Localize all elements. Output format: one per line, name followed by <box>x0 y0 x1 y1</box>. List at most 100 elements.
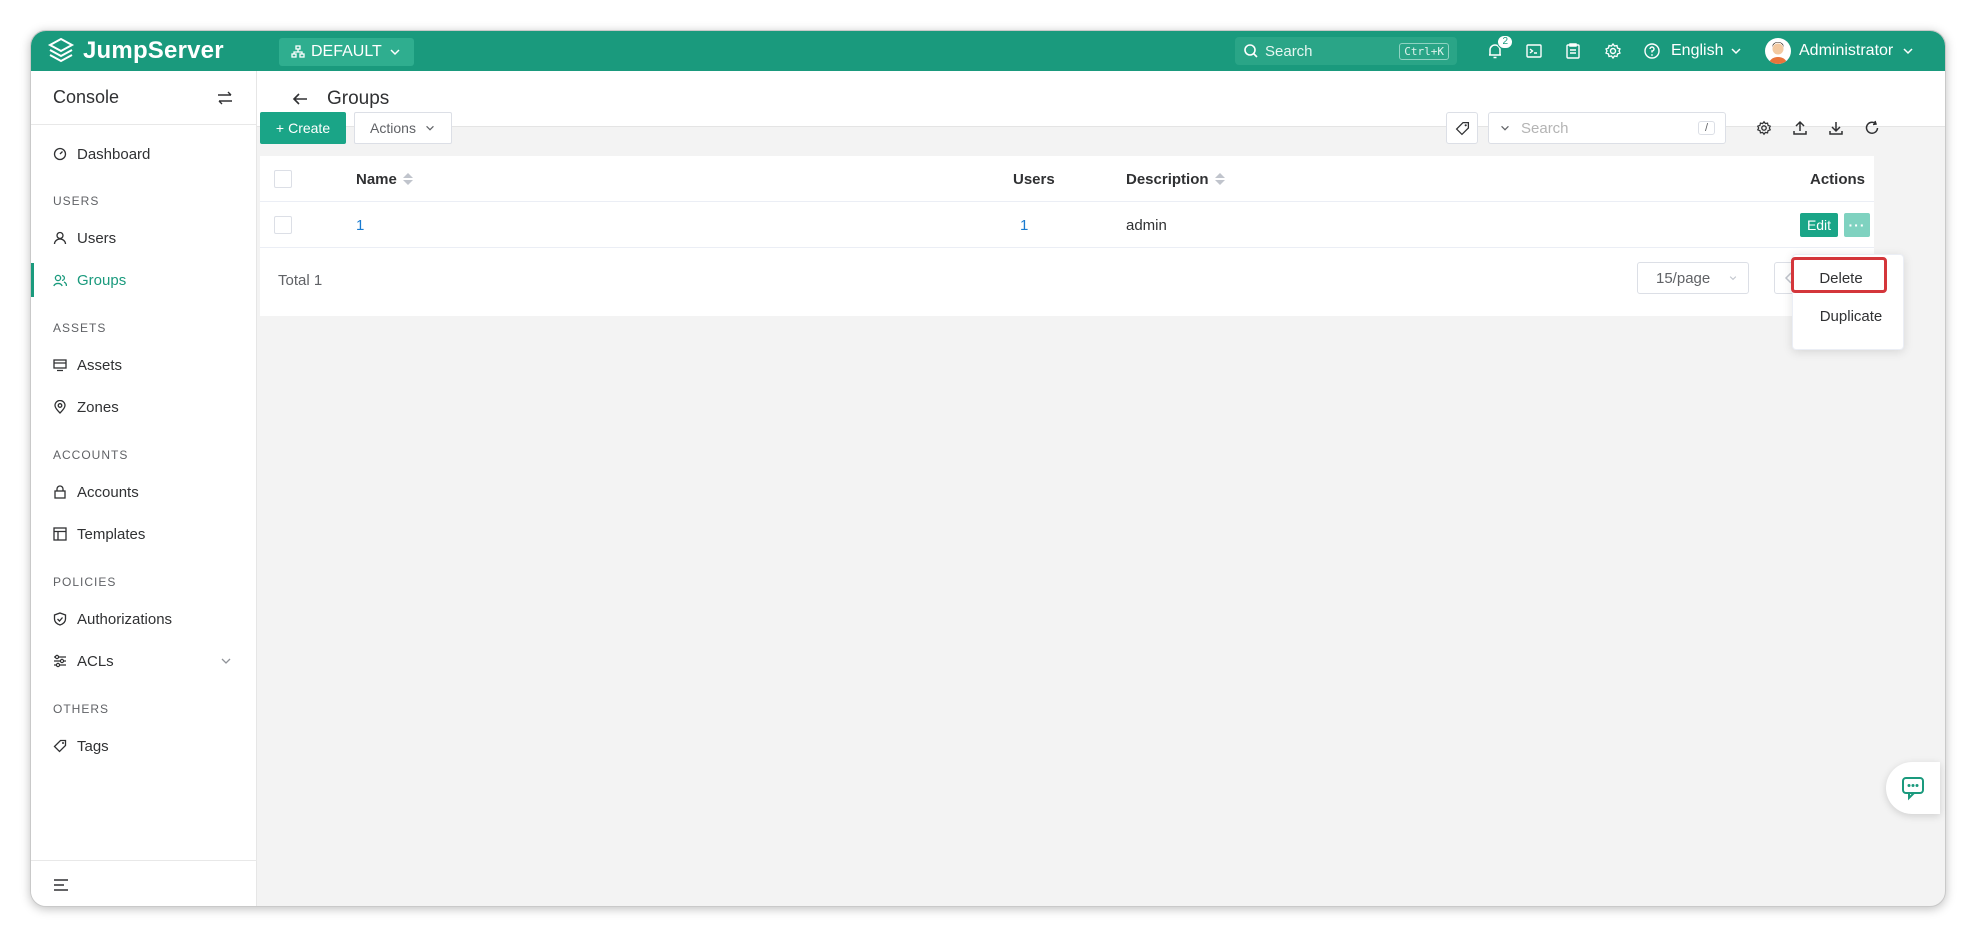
chevron-down-icon <box>426 125 434 131</box>
chevron-down-icon <box>1501 125 1509 131</box>
download-icon <box>1829 122 1843 135</box>
group-users-count-link[interactable]: 1 <box>1020 202 1028 248</box>
gear-icon <box>1605 42 1621 60</box>
sidebar-item-templates[interactable]: Templates <box>31 517 257 551</box>
sidebar-header: Console <box>31 71 256 125</box>
chat-icon <box>1902 777 1924 801</box>
monitor-icon <box>53 359 67 372</box>
tickets-button[interactable] <box>1563 41 1583 61</box>
template-icon <box>53 527 67 541</box>
select-all-checkbox[interactable] <box>274 156 292 202</box>
switch-view-icon[interactable] <box>216 89 234 107</box>
chat-assistant-button[interactable] <box>1886 762 1940 814</box>
clipboard-icon <box>1566 43 1580 59</box>
search-shortcut-hint: / <box>1697 121 1715 135</box>
menu-item-label: Duplicate <box>1819 307 1883 325</box>
column-actions-label: Actions <box>1810 170 1866 188</box>
group-name-link[interactable]: 1 <box>356 202 364 248</box>
sidebar-item-label: Zones <box>77 398 119 416</box>
column-users-label: Users <box>1013 170 1055 188</box>
page-size-select[interactable]: 15/page <box>1637 262 1749 294</box>
search-shortcut-hint: Ctrl+K <box>1399 42 1449 60</box>
tag-icon <box>1455 121 1469 135</box>
brand-name: JumpServer <box>83 37 224 64</box>
sidebar-item-users[interactable]: Users <box>31 221 257 255</box>
import-button[interactable] <box>1790 118 1810 138</box>
actions-dropdown-button[interactable]: Actions <box>354 112 452 144</box>
page-size-value: 15/page <box>1656 269 1711 287</box>
sidebar-item-assets[interactable]: Assets <box>31 348 257 382</box>
table-settings-button[interactable] <box>1754 118 1774 138</box>
group-icon <box>53 274 67 287</box>
section-others: OTHERS <box>53 702 110 716</box>
language-label: English <box>1671 42 1724 59</box>
search-icon <box>1244 44 1258 58</box>
global-search[interactable]: Search Ctrl+K <box>1235 37 1457 65</box>
menu-item-duplicate[interactable]: Duplicate <box>1793 299 1905 333</box>
sidebar-title: Console <box>53 87 120 107</box>
row-checkbox[interactable] <box>274 202 292 248</box>
sidebar-item-label: Users <box>77 229 117 247</box>
jumpserver-logo-icon <box>47 37 75 63</box>
user-name: Administrator <box>1799 42 1894 59</box>
upload-icon <box>1793 120 1807 135</box>
section-accounts: ACCOUNTS <box>53 448 129 462</box>
table-search-placeholder: Search <box>1521 119 1569 137</box>
org-selector[interactable]: DEFAULT <box>279 38 414 66</box>
sidebar-item-label: Templates <box>77 525 146 543</box>
row-actions: Edit ··· <box>1800 202 1870 248</box>
sidebar-item-label: Accounts <box>77 483 139 501</box>
settings-button[interactable] <box>1603 41 1623 61</box>
tag-filter-button[interactable] <box>1446 112 1478 144</box>
refresh-icon <box>1865 120 1879 134</box>
terminal-icon <box>1526 44 1542 58</box>
column-actions: Actions <box>1810 156 1865 202</box>
top-bar: JumpServer DEFAULT Search Ctrl+K 2 Engli… <box>31 31 1945 71</box>
sidebar-footer <box>31 860 257 906</box>
column-name[interactable]: Name <box>356 156 413 202</box>
refresh-button[interactable] <box>1862 118 1882 138</box>
sidebar-item-zones[interactable]: Zones <box>31 390 257 424</box>
section-users: USERS <box>53 194 100 208</box>
chevron-down-icon <box>1731 48 1742 55</box>
help-button[interactable] <box>1642 41 1662 61</box>
sidebar-item-authorizations[interactable]: Authorizations <box>31 602 257 636</box>
sort-icon <box>1214 173 1225 185</box>
sidebar-item-label: Authorizations <box>77 610 173 628</box>
sidebar-item-tags[interactable]: Tags <box>31 729 257 763</box>
dashboard-icon <box>53 147 67 161</box>
more-actions-button[interactable]: ··· <box>1844 213 1870 237</box>
web-terminal-button[interactable] <box>1524 41 1544 61</box>
back-arrow-icon[interactable] <box>291 90 309 108</box>
more-actions-menu: Delete Duplicate <box>1791 254 1905 350</box>
table-search-input[interactable]: Search / <box>1488 112 1726 144</box>
notifications-button[interactable]: 2 <box>1485 35 1513 61</box>
tag-icon <box>53 739 67 753</box>
sidebar-item-label: ACLs <box>77 652 114 670</box>
column-name-label: Name <box>356 170 397 188</box>
sidebar-item-acls[interactable]: ACLs <box>31 644 257 678</box>
sort-icon <box>402 173 413 185</box>
help-icon <box>1644 43 1660 59</box>
plus-icon: + <box>275 120 285 136</box>
sidebar-item-label: Dashboard <box>77 145 151 163</box>
section-assets: ASSETS <box>53 321 107 335</box>
sidebar-item-groups[interactable]: Groups <box>31 263 257 297</box>
user-menu[interactable]: Administrator <box>1765 31 1915 71</box>
section-policies: POLICIES <box>53 575 117 589</box>
chevron-down-icon <box>390 49 400 56</box>
user-icon <box>53 231 67 245</box>
brand-logo[interactable]: JumpServer <box>47 31 224 71</box>
sidebar-item-dashboard[interactable]: Dashboard <box>31 137 257 171</box>
highlight-box <box>1791 257 1887 293</box>
sidebar-item-accounts[interactable]: Accounts <box>31 475 257 509</box>
create-button[interactable]: + Create <box>260 112 346 144</box>
collapse-menu-icon[interactable] <box>53 877 69 893</box>
export-button[interactable] <box>1826 118 1846 138</box>
edit-button[interactable]: Edit <box>1800 213 1838 237</box>
column-description[interactable]: Description <box>1126 156 1225 202</box>
table-footer: Total 1 15/page <box>260 248 1874 316</box>
checkbox-box <box>274 170 292 188</box>
language-selector[interactable]: English <box>1671 31 1743 71</box>
org-tree-icon <box>291 45 305 58</box>
